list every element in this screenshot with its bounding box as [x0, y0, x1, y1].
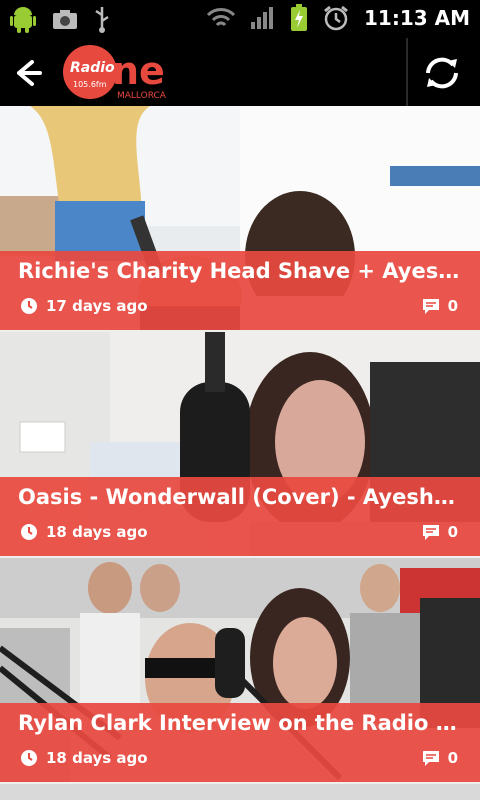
video-card[interactable]: Oasis - Wonderwall (Cover) - Ayesha fr..… — [0, 332, 480, 556]
action-bar: Radio 105.6fm ne MALLORCA — [0, 38, 480, 106]
video-title[interactable]: Rylan Clark Interview on the Radio On... — [18, 711, 466, 735]
comment-icon — [422, 299, 439, 314]
video-card-overlay: Oasis - Wonderwall (Cover) - Ayesha fr..… — [0, 477, 480, 556]
clock-icon — [21, 750, 37, 766]
alarm-icon — [322, 4, 350, 32]
video-card[interactable]: Richie's Charity Head Shave + Ayesha r..… — [0, 106, 480, 330]
action-bar-divider — [406, 38, 408, 106]
video-card-partial[interactable] — [0, 784, 480, 800]
camera-icon — [52, 8, 78, 30]
video-card[interactable]: Rylan Clark Interview on the Radio On...… — [0, 558, 480, 782]
comment-count-text: 0 — [447, 523, 458, 541]
video-title[interactable]: Richie's Charity Head Shave + Ayesha r..… — [18, 259, 466, 283]
logo-freq: 105.6fm — [73, 80, 107, 89]
video-age: 18 days ago — [20, 749, 148, 767]
clock-icon — [21, 524, 37, 540]
video-card-overlay: Richie's Charity Head Shave + Ayesha r..… — [0, 251, 480, 330]
video-age-text: 17 days ago — [46, 297, 148, 315]
battery-charging-icon — [290, 4, 308, 32]
clock-time: 11:13 AM — [363, 6, 470, 30]
comment-count[interactable]: 0 — [422, 523, 458, 541]
wifi-icon — [206, 6, 236, 30]
signal-icon — [250, 6, 276, 30]
back-button[interactable] — [10, 56, 44, 90]
logo-word: Radio — [70, 60, 115, 76]
android-icon — [8, 4, 38, 34]
logo-region: MALLORCA — [117, 91, 167, 101]
refresh-button[interactable] — [420, 53, 464, 93]
refresh-icon — [426, 57, 458, 89]
comment-icon — [422, 525, 439, 540]
logo-brand: ne — [112, 49, 165, 93]
radio-one-logo[interactable]: Radio 105.6fm ne MALLORCA — [60, 42, 176, 102]
video-age-text: 18 days ago — [46, 749, 148, 767]
video-age: 17 days ago — [20, 297, 148, 315]
video-card-overlay: Rylan Clark Interview on the Radio On...… — [0, 703, 480, 782]
video-feed-list[interactable]: Richie's Charity Head Shave + Ayesha r..… — [0, 106, 480, 800]
usb-icon — [92, 5, 112, 33]
video-title[interactable]: Oasis - Wonderwall (Cover) - Ayesha fr..… — [18, 485, 466, 509]
video-age-text: 18 days ago — [46, 523, 148, 541]
comment-count[interactable]: 0 — [422, 749, 458, 767]
comment-count[interactable]: 0 — [422, 297, 458, 315]
comment-count-text: 0 — [447, 749, 458, 767]
back-arrow-icon — [17, 60, 42, 86]
comment-count-text: 0 — [447, 297, 458, 315]
comment-icon — [422, 751, 439, 766]
clock-icon — [21, 298, 37, 314]
video-age: 18 days ago — [20, 523, 148, 541]
status-bar: 11:13 AM — [0, 0, 480, 38]
